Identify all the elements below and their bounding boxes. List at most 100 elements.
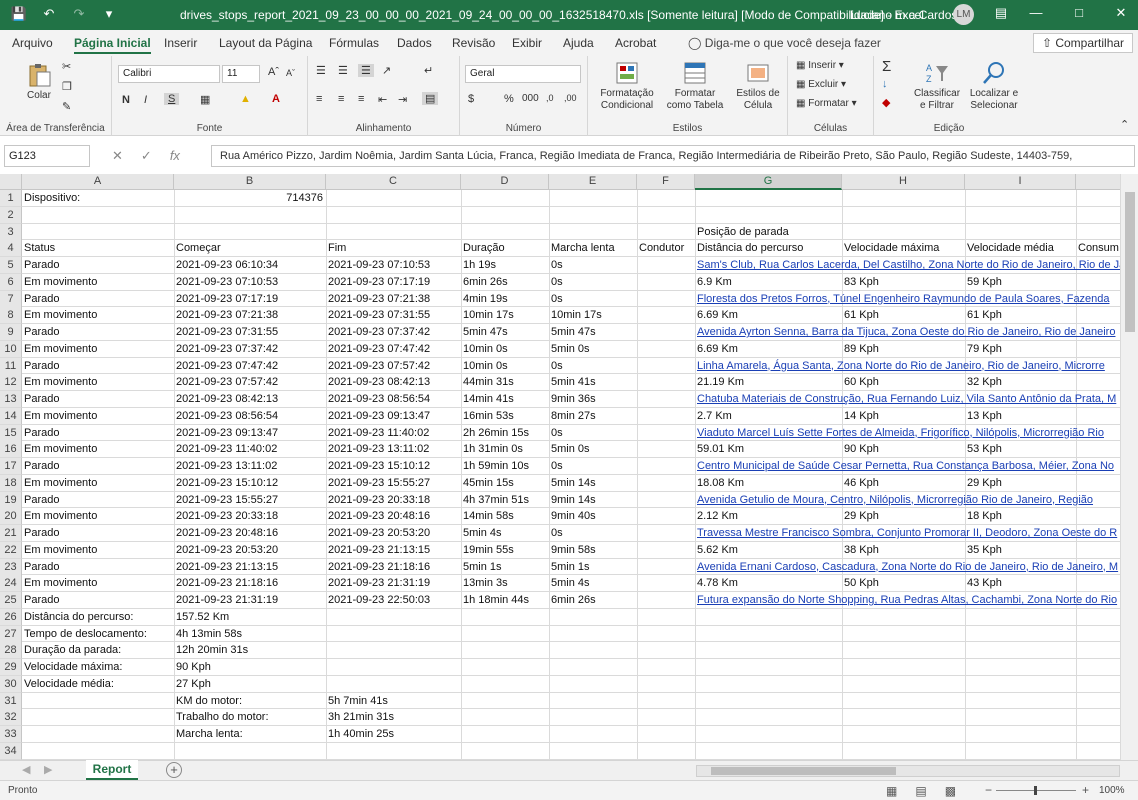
avg-speed-cell[interactable]: 32 Kph xyxy=(965,374,1076,391)
start-cell[interactable]: 2021-09-23 07:31:55 xyxy=(174,324,326,341)
header-cell[interactable]: Condutor xyxy=(637,240,695,257)
increase-font-icon[interactable]: Aˆ xyxy=(268,66,279,78)
end-cell[interactable]: 2021-09-23 13:11:02 xyxy=(326,441,461,458)
idle-cell[interactable]: 9min 36s xyxy=(549,391,637,408)
save-icon[interactable]: 💾 xyxy=(10,6,28,22)
header-cell[interactable]: Status xyxy=(22,240,174,257)
tell-me-search[interactable]: ◯ Diga-me o que você deseja fazer xyxy=(688,36,881,50)
status-cell[interactable]: Parado xyxy=(22,324,174,341)
header-cell[interactable]: Duração xyxy=(461,240,549,257)
decrease-font-icon[interactable]: Aˇ xyxy=(286,68,295,78)
summary-label[interactable]: Distância do percurso: xyxy=(22,609,174,626)
format-cells-button[interactable]: ▦ Formatar ▾ xyxy=(796,98,857,109)
status-cell[interactable]: Parado xyxy=(22,559,174,576)
row-header[interactable]: 1 xyxy=(0,190,22,207)
row-header[interactable]: 32 xyxy=(0,709,22,727)
tab-pagina-inicial[interactable]: Página Inicial xyxy=(74,36,151,54)
duration-cell[interactable]: 2h 26min 15s xyxy=(461,425,549,442)
idle-cell[interactable]: 0s xyxy=(549,358,637,375)
zoom-out-button[interactable]: − xyxy=(985,783,992,797)
idle-cell[interactable]: 9min 14s xyxy=(549,492,637,509)
find-select-button[interactable]: Localizar e Selecionar xyxy=(966,60,1022,112)
column-header-d[interactable]: D xyxy=(461,174,549,190)
row-header[interactable]: 16 xyxy=(0,441,22,459)
stop-location-link[interactable]: Travessa Mestre Francisco Sombra, Conjun… xyxy=(695,525,1120,542)
start-cell[interactable]: 2021-09-23 20:33:18 xyxy=(174,508,326,525)
tab-acrobat[interactable]: Acrobat xyxy=(615,36,656,50)
orientation-icon[interactable]: ↗ xyxy=(382,64,391,77)
end-cell[interactable]: 2021-09-23 07:57:42 xyxy=(326,358,461,375)
tab-layout[interactable]: Layout da Página xyxy=(219,36,312,50)
summary-value[interactable]: 90 Kph xyxy=(174,659,326,676)
stop-location-link[interactable]: Sam's Club, Rua Carlos Lacerda, Del Cast… xyxy=(695,257,1120,274)
summary-value[interactable]: 4h 13min 58s xyxy=(174,626,326,643)
avg-speed-cell[interactable]: 59 Kph xyxy=(965,274,1076,291)
conditional-formatting-button[interactable]: Formatação Condicional xyxy=(596,60,658,112)
customize-qat-icon[interactable]: ▾ xyxy=(100,6,118,22)
idle-cell[interactable]: 0s xyxy=(549,291,637,308)
header-cell[interactable]: Velocidade média xyxy=(965,240,1076,257)
row-header[interactable]: 8 xyxy=(0,307,22,325)
max-speed-cell[interactable]: 46 Kph xyxy=(842,475,965,492)
status-cell[interactable]: Parado xyxy=(22,458,174,475)
column-header-g[interactable]: G xyxy=(695,174,842,190)
engine-value[interactable]: 3h 21min 31s xyxy=(326,709,461,726)
end-cell[interactable]: 2021-09-23 08:42:13 xyxy=(326,374,461,391)
duration-cell[interactable]: 10min 0s xyxy=(461,358,549,375)
duration-cell[interactable]: 5min 1s xyxy=(461,559,549,576)
align-middle-icon[interactable]: ☰ xyxy=(338,64,348,77)
prev-sheet-icon[interactable]: ◀ xyxy=(22,763,30,776)
status-cell[interactable]: Em movimento xyxy=(22,307,174,324)
row-header[interactable]: 20 xyxy=(0,508,22,526)
distance-cell[interactable]: 4.78 Km xyxy=(695,575,842,592)
clear-icon[interactable]: ◆ xyxy=(882,96,890,109)
vertical-scroll-thumb[interactable] xyxy=(1125,192,1135,332)
duration-cell[interactable]: 10min 0s xyxy=(461,341,549,358)
collapse-ribbon-icon[interactable]: ⌃ xyxy=(1120,118,1129,131)
idle-cell[interactable]: 5min 1s xyxy=(549,559,637,576)
row-header[interactable]: 13 xyxy=(0,391,22,408)
close-icon[interactable]: ✕ xyxy=(1106,5,1136,21)
duration-cell[interactable]: 6min 26s xyxy=(461,274,549,291)
cell-g3[interactable]: Posição de parada xyxy=(695,224,842,241)
cell-b1[interactable]: 714376 xyxy=(174,190,326,207)
zoom-level[interactable]: 100% xyxy=(1099,785,1125,796)
status-cell[interactable]: Em movimento xyxy=(22,408,174,425)
summary-label[interactable]: Velocidade máxima: xyxy=(22,659,174,676)
avg-speed-cell[interactable]: 13 Kph xyxy=(965,408,1076,425)
tab-exibir[interactable]: Exibir xyxy=(512,36,542,50)
max-speed-cell[interactable]: 38 Kph xyxy=(842,542,965,559)
duration-cell[interactable]: 16min 53s xyxy=(461,408,549,425)
row-header[interactable]: 30 xyxy=(0,675,22,693)
row-header[interactable]: 18 xyxy=(0,474,22,492)
select-all-corner[interactable] xyxy=(0,174,22,190)
percent-icon[interactable]: % xyxy=(504,93,514,105)
duration-cell[interactable]: 1h 19s xyxy=(461,257,549,274)
restore-icon[interactable]: □ xyxy=(1064,5,1094,20)
name-box[interactable]: G123 xyxy=(4,145,90,167)
distance-cell[interactable]: 2.12 Km xyxy=(695,508,842,525)
autosum-icon[interactable]: Σ xyxy=(882,58,891,75)
start-cell[interactable]: 2021-09-23 15:55:27 xyxy=(174,492,326,509)
max-speed-cell[interactable]: 50 Kph xyxy=(842,575,965,592)
row-header[interactable]: 6 xyxy=(0,273,22,291)
font-name-combo[interactable]: Calibri xyxy=(118,65,220,83)
start-cell[interactable]: 2021-09-23 06:10:34 xyxy=(174,257,326,274)
distance-cell[interactable]: 18.08 Km xyxy=(695,475,842,492)
tab-inserir[interactable]: Inserir xyxy=(164,36,197,50)
start-cell[interactable]: 2021-09-23 08:42:13 xyxy=(174,391,326,408)
idle-cell[interactable]: 0s xyxy=(549,525,637,542)
increase-decimal-icon[interactable]: ,0 xyxy=(546,93,554,103)
idle-cell[interactable]: 10min 17s xyxy=(549,307,637,324)
status-cell[interactable]: Em movimento xyxy=(22,542,174,559)
header-cell[interactable]: Distância do percurso xyxy=(695,240,842,257)
avg-speed-cell[interactable]: 53 Kph xyxy=(965,441,1076,458)
end-cell[interactable]: 2021-09-23 21:18:16 xyxy=(326,559,461,576)
avg-speed-cell[interactable]: 18 Kph xyxy=(965,508,1076,525)
stop-location-link[interactable]: Viaduto Marcel Luís Sette Fortes de Alme… xyxy=(695,425,1120,442)
tab-formulas[interactable]: Fórmulas xyxy=(329,36,379,50)
end-cell[interactable]: 2021-09-23 07:10:53 xyxy=(326,257,461,274)
decrease-decimal-icon[interactable]: ,00 xyxy=(564,93,577,103)
start-cell[interactable]: 2021-09-23 07:17:19 xyxy=(174,291,326,308)
header-cell[interactable]: Começar xyxy=(174,240,326,257)
